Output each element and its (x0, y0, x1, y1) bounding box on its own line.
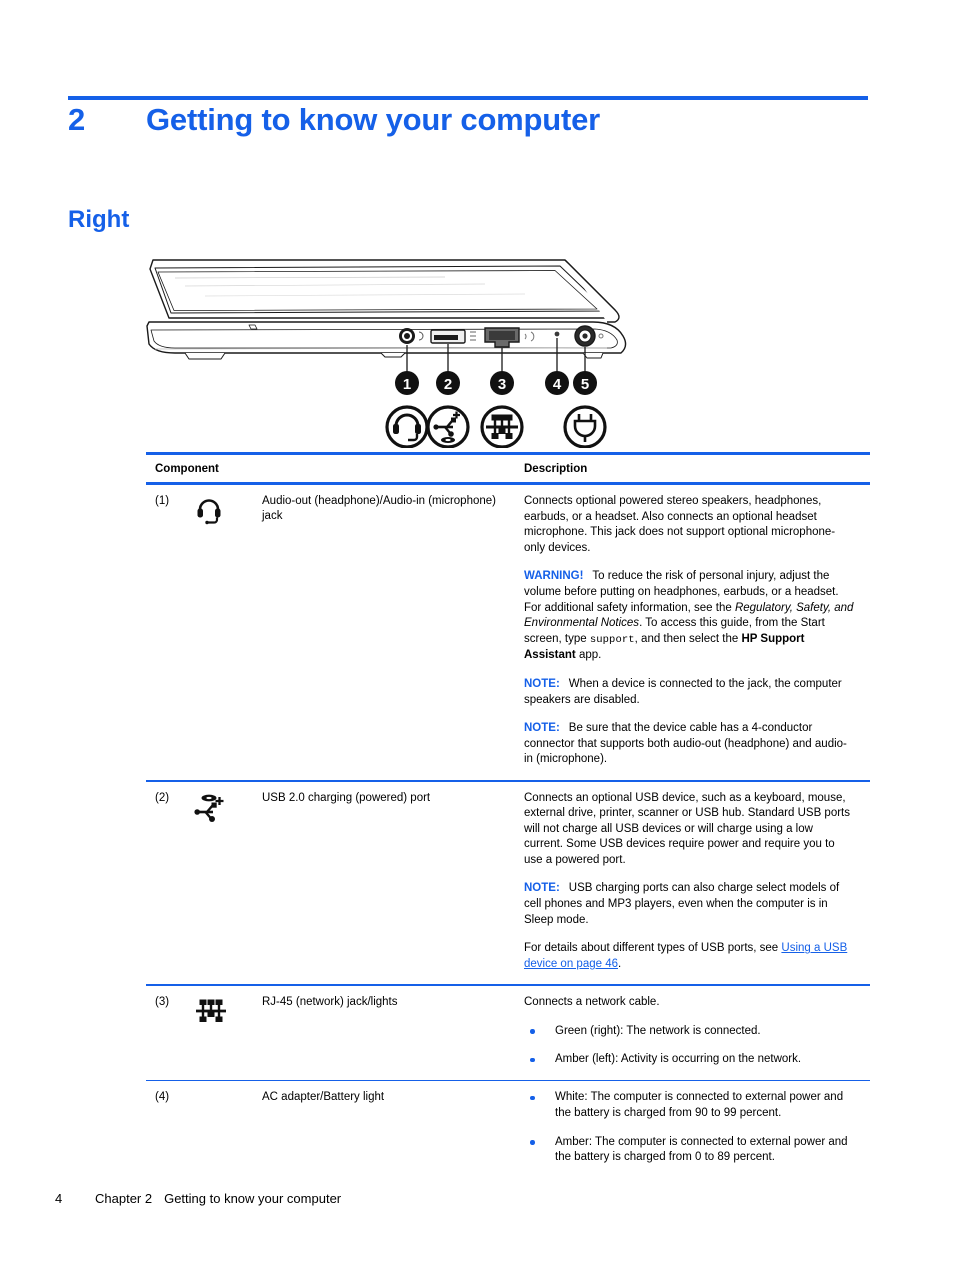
table-row: (1) Audio-out (headphone)/Audio-in (micr… (146, 485, 870, 780)
component-description: Connects an optional USB device, such as… (520, 791, 870, 973)
headset-icon (194, 494, 262, 526)
svg-text:4: 4 (553, 376, 562, 393)
cross-reference-paragraph: For details about different types of USB… (524, 941, 854, 972)
list-item: White: The computer is connected to exte… (524, 1090, 854, 1121)
chapter-rule (68, 96, 868, 100)
component-number: (1) (155, 495, 170, 507)
document-page: 2 Getting to know your computer Right 1 … (0, 0, 954, 1270)
list-item: Green (right): The network is connected. (524, 1024, 854, 1040)
chapter-number: 2 (68, 102, 86, 137)
note-keyword: NOTE: (524, 882, 560, 895)
note-keyword: NOTE: (524, 722, 560, 735)
table-header-row: Component Description (146, 455, 870, 482)
no-icon-placeholder (194, 1090, 262, 1092)
component-label: AC adapter/Battery light (262, 1091, 385, 1104)
footer-chapter-label: Chapter 2 (95, 1191, 153, 1206)
usb-charging-icon (194, 791, 262, 827)
component-number: (4) (155, 1091, 170, 1104)
note-text: Be sure that the device cable has a 4-co… (524, 722, 847, 766)
section-heading: Right (68, 206, 130, 233)
components-table: Component Description (1) Audio-out (hea… (146, 452, 870, 1178)
list-item: Amber: The computer is connected to exte… (524, 1135, 854, 1166)
description-bullet-list: Green (right): The network is connected.… (524, 1024, 854, 1068)
description-intro: Connects optional powered stereo speaker… (524, 495, 836, 554)
warning-text-part3: , and then select the (634, 632, 742, 645)
cross-reference-intro: For details about different types of USB… (524, 942, 782, 955)
svg-text:1: 1 (403, 376, 411, 393)
chapter-heading: 2 Getting to know your computer (68, 104, 888, 164)
note-keyword: NOTE: (524, 677, 560, 690)
description-intro: Connects a network cable. (524, 996, 660, 1009)
column-header-component: Component (155, 463, 219, 475)
description-bullet-list: White: The computer is connected to exte… (524, 1090, 854, 1165)
svg-text:2: 2 (444, 376, 452, 393)
component-description: Connects optional powered stereo speaker… (520, 494, 870, 768)
list-item: Amber (left): Activity is occurring on t… (524, 1052, 854, 1068)
svg-text:3: 3 (498, 376, 506, 393)
component-label: RJ-45 (network) jack/lights (262, 996, 398, 1009)
note-first: NOTE: USB charging ports can also charge … (524, 881, 854, 928)
chapter-title: Getting to know your computer (146, 102, 601, 137)
svg-text:5: 5 (581, 376, 589, 393)
table-row: (3) RJ-45 (network) jack/lights Connects… (146, 986, 870, 1080)
warning-keyword: WARNING! (524, 570, 584, 583)
column-header-description: Description (524, 463, 588, 475)
rj45-network-icon (194, 995, 262, 1025)
laptop-right-side-illustration: 1 2 3 4 5 (145, 252, 635, 448)
component-label: Audio-out (headphone)/Audio-in (micropho… (262, 495, 496, 522)
component-description: Connects a network cable. Green (right):… (520, 995, 870, 1068)
note-text: When a device is connected to the jack, … (524, 677, 842, 706)
component-number: (2) (155, 791, 170, 804)
component-number: (3) (155, 996, 170, 1009)
page-footer: 4 Chapter 2 Getting to know your compute… (55, 1191, 341, 1206)
component-description: White: The computer is connected to exte… (520, 1090, 870, 1165)
warning-search-term: support (589, 633, 635, 646)
footer-page-number: 4 (55, 1191, 63, 1206)
footer-chapter-title: Getting to know your computer (164, 1191, 342, 1206)
description-intro: Connects an optional USB device, such as… (524, 791, 850, 866)
cross-reference-end: . (618, 957, 622, 970)
note-second: NOTE: Be sure that the device cable has a… (524, 721, 854, 768)
warning-text-part4: app. (575, 649, 602, 662)
note-text: USB charging ports can also charge selec… (524, 882, 840, 926)
table-row: (4) AC adapter/Battery light White: The … (146, 1081, 870, 1177)
component-label: USB 2.0 charging (powered) port (262, 791, 431, 804)
note-first: NOTE: When a device is connected to the j… (524, 677, 854, 708)
warning-note: WARNING! To reduce the risk of personal i… (524, 569, 854, 664)
table-row: (2) USB 2.0 charging (powered) port Conn… (146, 782, 870, 985)
